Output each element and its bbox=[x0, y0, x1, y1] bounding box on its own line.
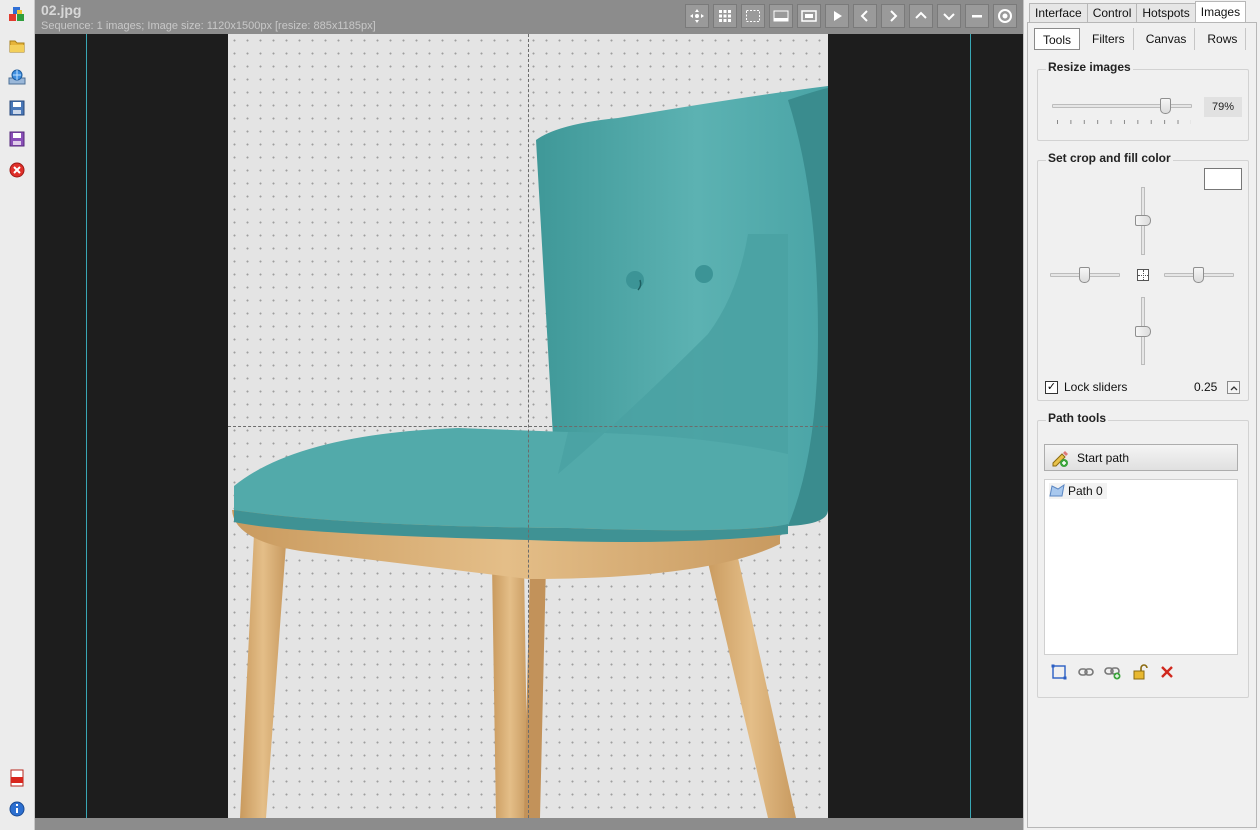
globe-computer-icon[interactable] bbox=[8, 68, 26, 86]
delete-x-icon[interactable] bbox=[1158, 663, 1176, 681]
record-icon[interactable] bbox=[993, 4, 1017, 28]
left-guide-line[interactable] bbox=[86, 34, 87, 818]
subtab-rows[interactable]: Rows bbox=[1199, 28, 1247, 50]
viewer-header: 02.jpg Sequence: 1 images; Image size: 1… bbox=[35, 0, 1023, 34]
open-folder-icon[interactable] bbox=[8, 37, 26, 55]
save-disk-icon[interactable] bbox=[8, 99, 26, 117]
app-window: 02.jpg Sequence: 1 images; Image size: 1… bbox=[0, 0, 1260, 830]
prev-icon[interactable] bbox=[853, 4, 877, 28]
unlock-icon[interactable] bbox=[1131, 663, 1149, 681]
subtab-canvas[interactable]: Canvas bbox=[1138, 28, 1196, 50]
chair-image bbox=[228, 34, 828, 818]
play-icon[interactable] bbox=[825, 4, 849, 28]
subtab-tools[interactable]: Tools bbox=[1034, 28, 1081, 50]
resize-slider-thumb[interactable] bbox=[1159, 98, 1171, 114]
tab-hotspots[interactable]: Hotspots bbox=[1136, 3, 1196, 23]
crosshair-vertical[interactable] bbox=[528, 34, 529, 818]
crop-left-slider-thumb[interactable] bbox=[1079, 267, 1090, 283]
close-red-icon[interactable] bbox=[8, 161, 26, 179]
crop-fill-group: Set crop and fill color ✓ Lock sliders 0… bbox=[1037, 151, 1249, 401]
tab-interface[interactable]: Interface bbox=[1029, 3, 1088, 23]
up-icon[interactable] bbox=[909, 4, 933, 28]
move-arrows-icon[interactable] bbox=[685, 4, 709, 28]
path-item-label: Path 0 bbox=[1068, 484, 1103, 498]
file-info: Sequence: 1 images; Image size: 1120x150… bbox=[41, 20, 376, 32]
fill-color-swatch[interactable] bbox=[1204, 168, 1242, 190]
chevron-up-icon bbox=[1230, 385, 1237, 390]
resize-slider-track[interactable] bbox=[1052, 104, 1192, 108]
bounding-box-icon[interactable] bbox=[1050, 663, 1068, 681]
resize-images-title: Resize images bbox=[1046, 60, 1133, 74]
crop-top-slider-thumb[interactable] bbox=[1135, 215, 1151, 226]
save-purple-disk-icon[interactable] bbox=[8, 130, 26, 148]
selection-icon[interactable] bbox=[741, 4, 765, 28]
pdf-icon[interactable] bbox=[8, 769, 26, 787]
tab-images[interactable]: Images bbox=[1194, 1, 1247, 23]
subtab-filters[interactable]: Filters bbox=[1084, 28, 1134, 50]
right-panel: Interface Control Hotspots Images Tools … bbox=[1023, 0, 1260, 830]
cubes-icon[interactable] bbox=[8, 6, 26, 24]
lock-sliders-checkbox[interactable]: ✓ bbox=[1045, 381, 1058, 394]
path-tools-title: Path tools bbox=[1046, 411, 1109, 425]
start-path-label: Start path bbox=[1077, 451, 1130, 465]
crop-bottom-slider-thumb[interactable] bbox=[1135, 326, 1151, 337]
link-icon[interactable] bbox=[1077, 663, 1095, 681]
lock-value-up-button[interactable] bbox=[1227, 381, 1240, 394]
info-icon[interactable] bbox=[8, 800, 26, 818]
image-canvas[interactable] bbox=[35, 34, 1023, 818]
lock-value: 0.25 bbox=[1194, 380, 1218, 394]
file-title: 02.jpg bbox=[41, 2, 82, 18]
resize-slider-ticks bbox=[1057, 120, 1191, 124]
path-toolbar bbox=[1050, 663, 1200, 681]
list-item[interactable]: Path 0 bbox=[1049, 483, 1107, 499]
grid-icon[interactable] bbox=[713, 4, 737, 28]
resize-images-group: Resize images 79% bbox=[1037, 60, 1249, 141]
crop-fill-title: Set crop and fill color bbox=[1046, 151, 1173, 165]
canvas-bottom-bar bbox=[35, 818, 1023, 830]
down-icon[interactable] bbox=[937, 4, 961, 28]
tab-control[interactable]: Control bbox=[1086, 3, 1138, 23]
link-add-icon[interactable] bbox=[1104, 663, 1122, 681]
crop-right-slider-thumb[interactable] bbox=[1193, 267, 1204, 283]
start-path-button[interactable]: Start path bbox=[1044, 444, 1238, 471]
next-icon[interactable] bbox=[881, 4, 905, 28]
path-tools-group: Path tools Start path Path 0 bbox=[1037, 411, 1249, 698]
right-guide-line[interactable] bbox=[970, 34, 971, 818]
lock-sliders-label: Lock sliders bbox=[1064, 380, 1128, 394]
top-tabs: Interface Control Hotspots Images bbox=[1029, 1, 1247, 23]
pencil-add-icon bbox=[1051, 449, 1069, 470]
fit-window-icon[interactable] bbox=[797, 4, 821, 28]
crop-center-icon[interactable] bbox=[1137, 269, 1149, 281]
filmstrip-icon[interactable] bbox=[769, 4, 793, 28]
path-list[interactable]: Path 0 bbox=[1044, 479, 1238, 655]
path-shape-icon bbox=[1049, 484, 1065, 497]
images-panel: Tools Filters Canvas Rows Resize images … bbox=[1027, 23, 1257, 828]
resize-value: 79% bbox=[1204, 97, 1242, 117]
minus-icon[interactable] bbox=[965, 4, 989, 28]
sub-tabs: Tools Filters Canvas Rows bbox=[1034, 28, 1250, 50]
left-toolbar bbox=[0, 0, 35, 830]
viewer-toolbar bbox=[685, 4, 1017, 28]
